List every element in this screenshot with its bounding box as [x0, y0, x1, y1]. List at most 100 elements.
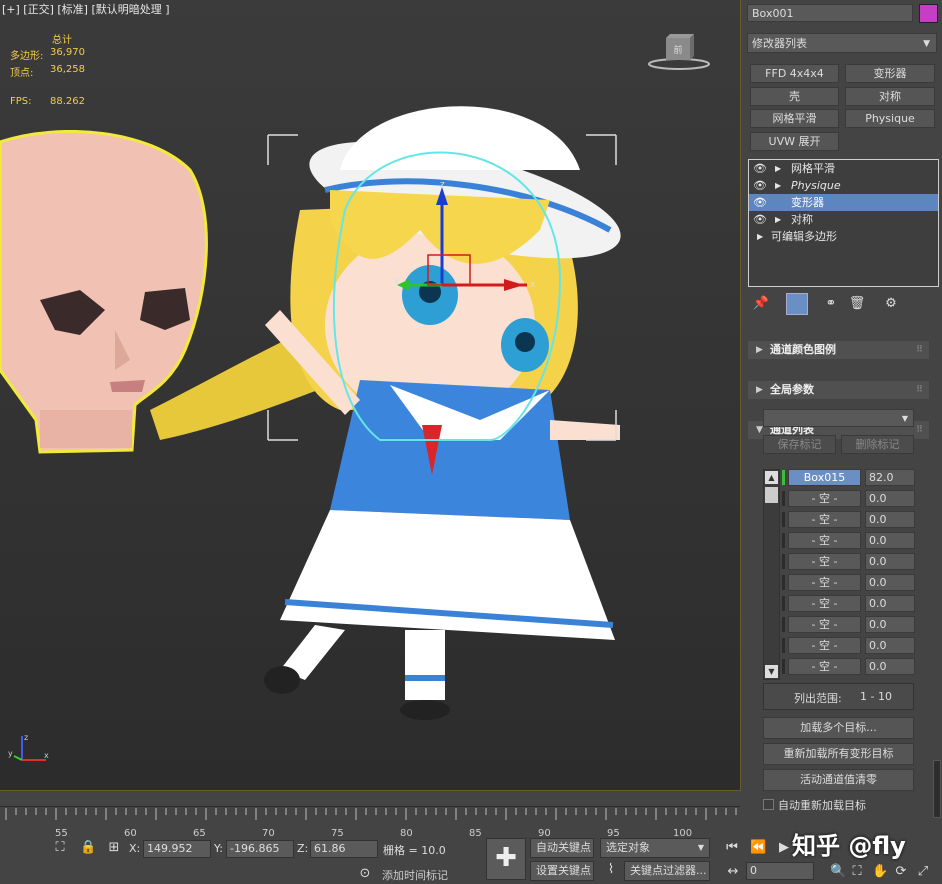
perspective-viewport[interactable]: [+] [正交] [标准] [默认明暗处理 ] 总计 多边形: 36,970 顶…: [0, 0, 741, 791]
play-icon[interactable]: ▶: [776, 840, 792, 855]
channel-value-spinner[interactable]: 0.0: [865, 490, 915, 507]
trash-icon[interactable]: 🗑: [848, 296, 866, 311]
z-coordinate-field[interactable]: 61.86: [310, 840, 378, 858]
channel-value-spinner[interactable]: 0.0: [865, 574, 915, 591]
channel-value-spinner[interactable]: 0.0: [865, 616, 915, 633]
orbit-icon[interactable]: ⟳: [894, 864, 908, 879]
expand-arrow-icon[interactable]: ▶: [775, 177, 781, 194]
y-label: Y:: [214, 842, 223, 855]
viewcube[interactable]: 前: [648, 30, 710, 72]
z-label: Z:: [297, 842, 309, 855]
auto-reload-checkbox[interactable]: [763, 799, 774, 810]
channel-name-button[interactable]: Box015: [788, 469, 861, 486]
key-filters-button[interactable]: 关键点过滤器...: [624, 861, 710, 881]
channel-name-button[interactable]: - 空 -: [788, 658, 861, 675]
modifier-stack[interactable]: 👁 ▶ 网格平滑 👁 ▶ Physique 👁 变形器 👁 ▶ 对称 ▶ 可编辑…: [748, 159, 939, 287]
timeline-ruler[interactable]: [0, 792, 740, 836]
make-unique-icon[interactable]: ⚭: [822, 296, 840, 311]
field-of-view-icon[interactable]: ⛶: [850, 864, 864, 879]
channel-name-button[interactable]: - 空 -: [788, 595, 861, 612]
object-name-field[interactable]: Box001: [747, 4, 913, 22]
channel-name-button[interactable]: - 空 -: [788, 553, 861, 570]
add-time-tag-link[interactable]: 添加时间标记: [382, 867, 448, 883]
channel-name-button[interactable]: - 空 -: [788, 616, 861, 633]
modifier-button-morpher[interactable]: 变形器: [845, 64, 935, 83]
verts-label: 顶点:: [10, 68, 34, 79]
channel-name-button[interactable]: - 空 -: [788, 511, 861, 528]
stack-item-morpher[interactable]: 👁 变形器: [749, 194, 938, 211]
load-multiple-targets-button[interactable]: 加载多个目标...: [763, 717, 914, 739]
set-key-plus-icon[interactable]: ✚: [486, 838, 526, 880]
eye-icon[interactable]: 👁: [753, 177, 767, 194]
channel-value-spinner[interactable]: 0.0: [865, 658, 915, 675]
eye-icon[interactable]: 👁: [753, 211, 767, 228]
lock-icon[interactable]: 🔒: [80, 840, 96, 855]
frame-spinner-icon[interactable]: ↔: [726, 864, 740, 879]
selected-object-dropdown[interactable]: 选定对象 ▼: [600, 838, 710, 858]
delete-marker-button[interactable]: 删除标记: [841, 435, 914, 454]
channel-name-button[interactable]: - 空 -: [788, 574, 861, 591]
stack-item-label: Physique: [791, 179, 841, 192]
channel-value-spinner[interactable]: 0.0: [865, 511, 915, 528]
reload-all-targets-button[interactable]: 重新加载所有变形目标: [763, 743, 914, 765]
expand-arrow-icon[interactable]: ▶: [775, 211, 781, 228]
channel-name-button[interactable]: - 空 -: [788, 532, 861, 549]
channel-scrollbar[interactable]: ▲ ▼: [763, 469, 780, 680]
modifier-button-shell[interactable]: 壳: [750, 87, 839, 106]
panel-scrollbar[interactable]: [933, 760, 941, 818]
current-frame-field[interactable]: 0: [746, 862, 814, 880]
scroll-down-icon[interactable]: ▼: [765, 665, 778, 678]
stack-item-symmetry[interactable]: 👁 ▶ 对称: [749, 211, 938, 228]
x-coordinate-field[interactable]: 149.952: [143, 840, 211, 858]
isolate-selection-icon[interactable]: ⛶: [52, 840, 68, 855]
channel-value-spinner[interactable]: 0.0: [865, 595, 915, 612]
modifier-button-physique[interactable]: Physique: [845, 109, 935, 128]
zero-active-channels-button[interactable]: 活动通道值清零: [763, 769, 914, 791]
modifier-list-dropdown[interactable]: 修改器列表 ▼: [747, 33, 937, 53]
eye-icon[interactable]: 👁: [753, 194, 767, 211]
maximize-viewport-icon[interactable]: ⤢: [916, 864, 930, 879]
configure-sets-icon[interactable]: ⚙: [882, 296, 900, 311]
pin-stack-icon[interactable]: 📌: [752, 296, 770, 311]
marker-dropdown[interactable]: ▼: [763, 409, 914, 427]
modifier-button-meshsmooth[interactable]: 网格平滑: [750, 109, 839, 128]
modifier-button-symmetry[interactable]: 对称: [845, 87, 935, 106]
scroll-thumb[interactable]: [765, 487, 778, 503]
absolute-mode-icon[interactable]: ⊞: [106, 840, 122, 855]
channel-name-button[interactable]: - 空 -: [788, 637, 861, 654]
rollout-channel-color-legend[interactable]: ▶ 通道颜色图例 ⠿: [748, 341, 929, 359]
save-marker-button[interactable]: 保存标记: [763, 435, 836, 454]
channel-indicator: [782, 596, 785, 611]
channel-name-button[interactable]: - 空 -: [788, 490, 861, 507]
time-tag-icon[interactable]: ⊙: [358, 866, 372, 881]
object-color-swatch[interactable]: [919, 4, 938, 23]
modifier-button-uvw-unwrap[interactable]: UVW 展开: [750, 132, 839, 151]
key-filter-icon[interactable]: ⌇: [602, 862, 620, 877]
channel-value-spinner[interactable]: 0.0: [865, 532, 915, 549]
move-gizmo[interactable]: z x y: [392, 175, 542, 305]
auto-key-button[interactable]: 自动关键点: [530, 838, 594, 858]
channel-value-spinner[interactable]: 82.0: [865, 469, 915, 486]
expand-arrow-icon[interactable]: ▶: [775, 160, 781, 177]
eye-icon[interactable]: 👁: [753, 160, 767, 177]
pan-icon[interactable]: ✋: [872, 864, 888, 879]
channel-value-spinner[interactable]: 0.0: [865, 637, 915, 654]
expand-arrow-icon[interactable]: ▶: [757, 228, 763, 245]
channel-indicator: [782, 554, 785, 569]
character-model[interactable]: [130, 80, 630, 720]
viewport-label[interactable]: [+] [正交] [标准] [默认明暗处理 ]: [2, 1, 170, 17]
zoom-icon[interactable]: 🔍: [830, 864, 846, 879]
scroll-up-icon[interactable]: ▲: [765, 471, 778, 484]
previous-frame-icon[interactable]: ⏪: [750, 840, 766, 855]
y-coordinate-field[interactable]: -196.865: [226, 840, 294, 858]
go-to-start-icon[interactable]: ⏮: [724, 840, 740, 855]
stack-item-meshsmooth[interactable]: 👁 ▶ 网格平滑: [749, 160, 938, 177]
stack-item-editable-poly[interactable]: ▶ 可编辑多边形: [749, 228, 938, 245]
list-range-value[interactable]: 1 - 10: [860, 690, 892, 703]
channel-value-spinner[interactable]: 0.0: [865, 553, 915, 570]
modifier-button-ffd[interactable]: FFD 4x4x4: [750, 64, 839, 83]
stack-item-physique[interactable]: 👁 ▶ Physique: [749, 177, 938, 194]
rollout-global-params[interactable]: ▶ 全局参数 ⠿: [748, 381, 929, 399]
set-key-button[interactable]: 设置关键点: [530, 861, 594, 881]
show-end-result-icon[interactable]: [786, 293, 808, 315]
